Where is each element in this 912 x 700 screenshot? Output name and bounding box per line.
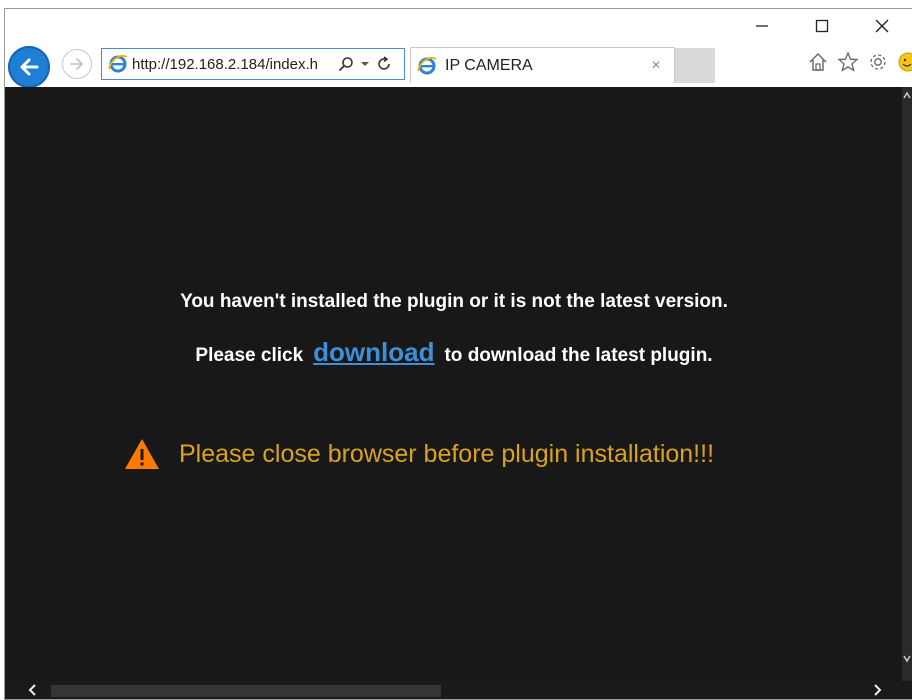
install-warning: Please close browser before plugin insta… [123, 437, 714, 471]
smiley-icon[interactable] [897, 51, 912, 73]
maximize-icon [815, 19, 829, 33]
plugin-not-installed-text: You haven't installed the plugin or it i… [180, 291, 728, 312]
new-tab-button[interactable] [675, 48, 715, 83]
home-icon[interactable] [807, 51, 829, 73]
vertical-scrollbar[interactable] [902, 87, 912, 683]
arrow-right-icon [70, 58, 83, 70]
horizontal-scroll-thumb[interactable] [51, 685, 441, 697]
chevron-down-icon[interactable] [360, 59, 370, 69]
back-button[interactable] [8, 46, 50, 88]
star-icon[interactable] [837, 51, 859, 73]
page-content: You haven't installed the plugin or it i… [5, 87, 903, 683]
horizontal-scrollbar[interactable] [5, 681, 912, 699]
ie-logo-icon [108, 54, 128, 74]
download-link[interactable]: download [313, 337, 434, 368]
scroll-up-icon[interactable] [902, 89, 912, 101]
download-suffix-text: to download the latest plugin. [444, 345, 713, 366]
maximize-button[interactable] [792, 9, 852, 43]
url-input[interactable] [132, 55, 332, 73]
scroll-left-icon[interactable] [25, 681, 39, 699]
browser-window: IP CAMERA × You haven't installed [4, 8, 912, 700]
tab-ip-camera[interactable]: IP CAMERA × [410, 47, 675, 83]
download-instruction: Please click download to download the la… [5, 337, 903, 368]
gear-icon[interactable] [867, 51, 889, 73]
window-controls [732, 9, 912, 43]
tab-title: IP CAMERA [445, 56, 533, 74]
tab-close-icon[interactable]: × [644, 57, 668, 75]
tab-ie-logo-icon [417, 56, 437, 76]
minimize-icon [756, 25, 768, 27]
address-bar[interactable] [101, 48, 405, 80]
minimize-button[interactable] [732, 9, 792, 43]
arrow-left-icon [20, 58, 39, 76]
forward-button[interactable] [62, 49, 92, 79]
browser-tools [807, 51, 912, 73]
download-prefix-text: Please click [195, 345, 304, 366]
warning-icon [125, 439, 159, 469]
scroll-down-icon[interactable] [902, 653, 912, 665]
close-window-button[interactable] [852, 9, 912, 43]
scroll-right-icon[interactable] [871, 681, 885, 699]
warning-text: Please close browser before plugin insta… [179, 439, 715, 468]
refresh-icon[interactable] [376, 56, 392, 72]
navigation-bar: IP CAMERA × [5, 43, 912, 88]
close-icon [875, 19, 889, 33]
search-icon[interactable] [338, 56, 354, 72]
